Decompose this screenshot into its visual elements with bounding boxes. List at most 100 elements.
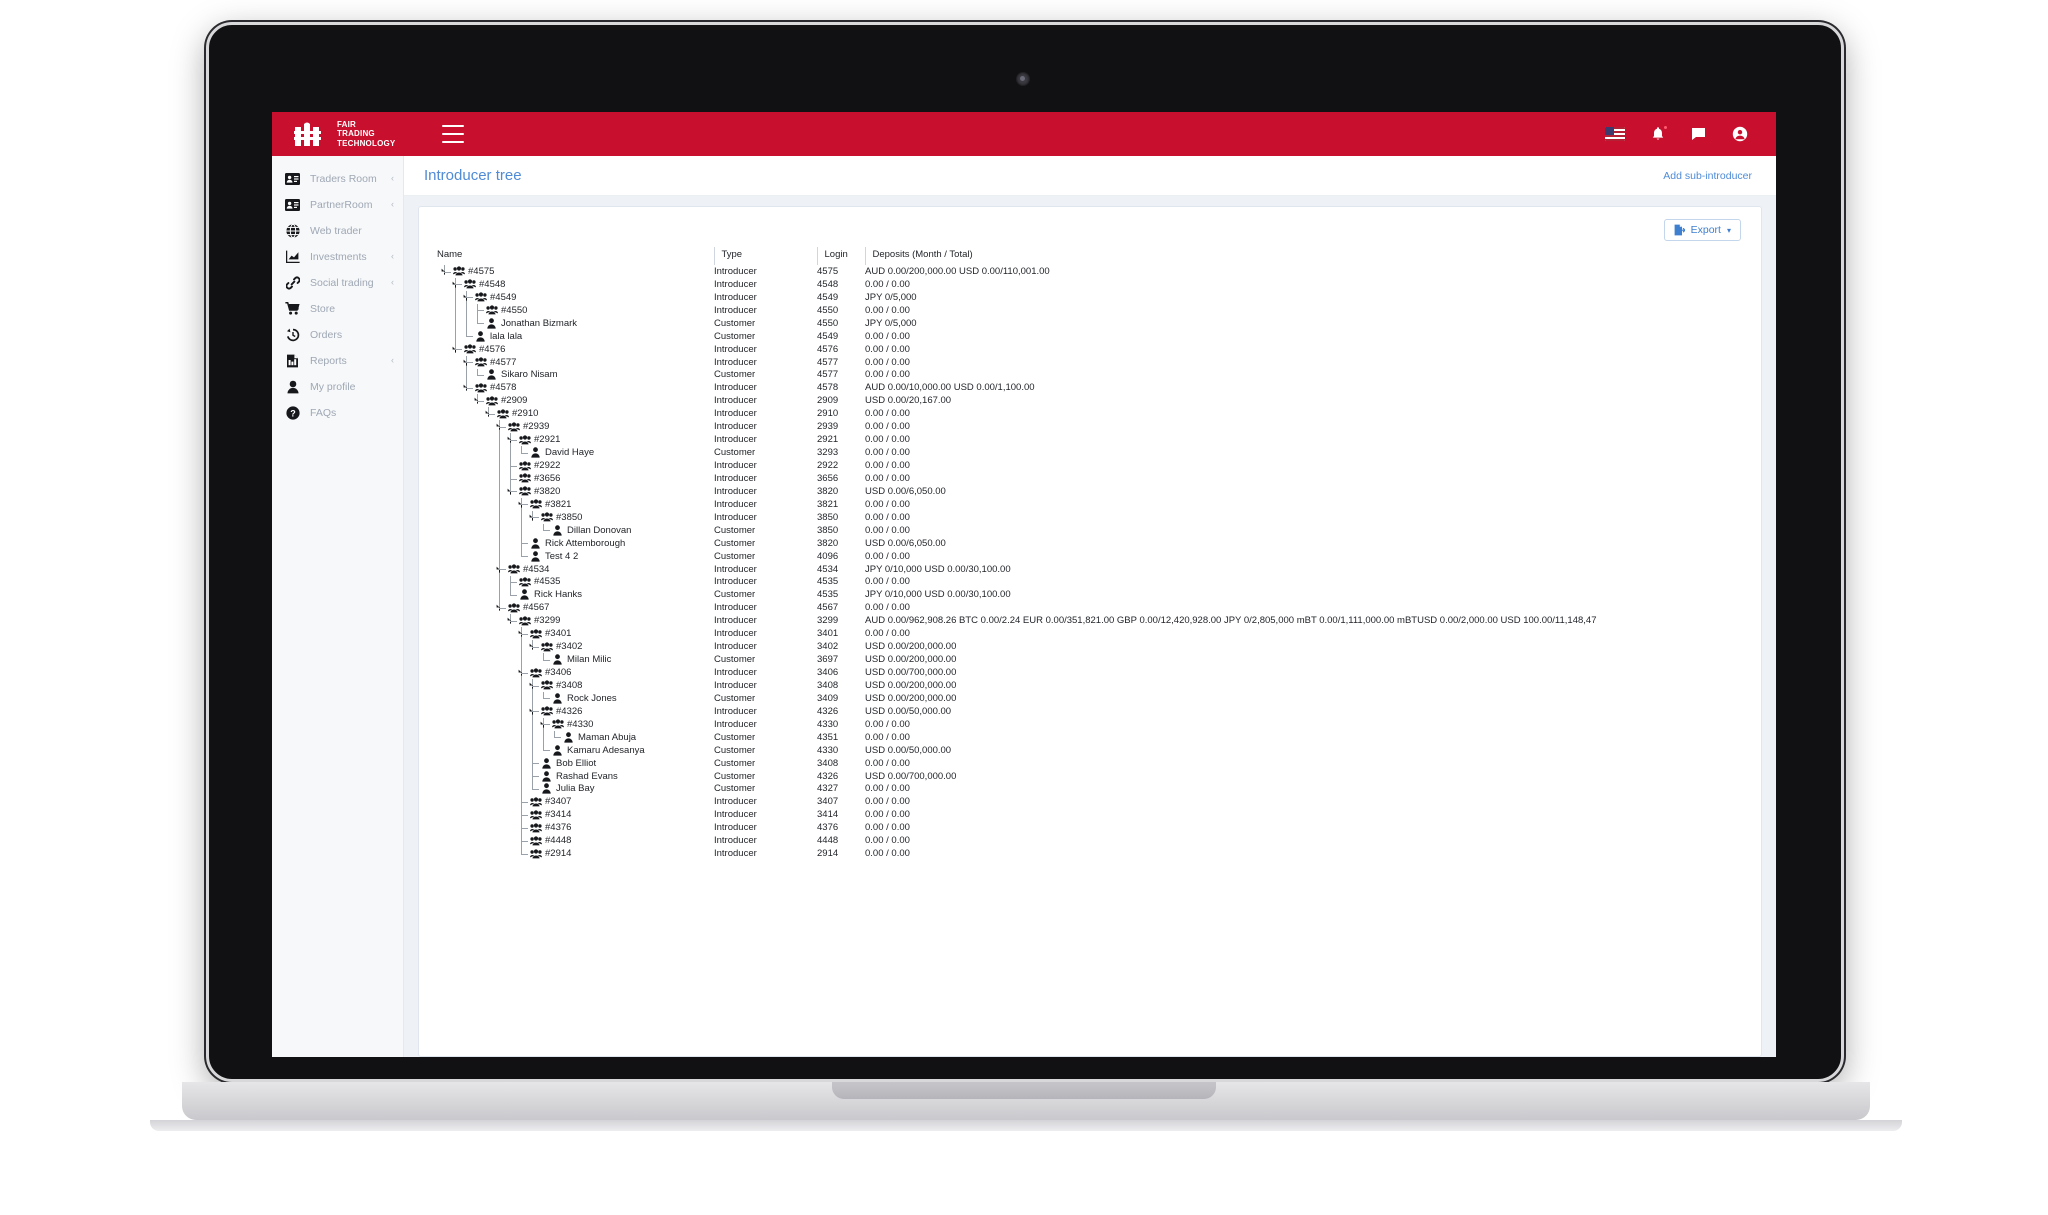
table-row[interactable]: #3401 Introducer 3401 0.00 / 0.00 — [437, 627, 1749, 641]
tree-node-label[interactable]: #2914 — [542, 848, 571, 859]
sidebar-item-faqs[interactable]: ? FAQs — [272, 400, 403, 425]
table-row[interactable]: #4448 Introducer 4448 0.00 / 0.00 — [437, 834, 1749, 848]
table-row[interactable]: #2939 Introducer 2939 0.00 / 0.00 — [437, 420, 1749, 434]
tree-toggle-icon[interactable] — [463, 359, 470, 366]
messages-icon[interactable] — [1691, 127, 1706, 141]
tree-node-label[interactable]: #3401 — [542, 628, 571, 639]
tree-toggle-icon[interactable] — [507, 617, 514, 624]
column-header-name[interactable]: Name — [437, 247, 714, 265]
tree-node-label[interactable]: #3414 — [542, 809, 571, 820]
tree-toggle-icon[interactable] — [463, 294, 470, 301]
tree-node-label[interactable]: #4535 — [531, 576, 560, 587]
table-row[interactable]: Dillan Donovan Customer 3850 0.00 / 0.00 — [437, 523, 1749, 537]
tree-node-label[interactable]: lala lala — [487, 331, 522, 342]
tree-toggle-icon[interactable] — [441, 268, 448, 275]
tree-toggle-icon[interactable] — [485, 410, 492, 417]
table-row[interactable]: #3402 Introducer 3402 USD 0.00/200,000.00 — [437, 640, 1749, 654]
language-flag-icon[interactable] — [1605, 127, 1625, 141]
table-row[interactable]: Rock Jones Customer 3409 USD 0.00/200,000.0… — [437, 691, 1749, 705]
tree-toggle-icon[interactable] — [529, 682, 536, 689]
table-row[interactable]: #2914 Introducer 2914 0.00 / 0.00 — [437, 847, 1749, 860]
table-row[interactable]: #2909 Introducer 2909 USD 0.00/20,167.00 — [437, 394, 1749, 407]
tree-node-label[interactable]: #4376 — [542, 822, 571, 833]
tree-node-label[interactable]: Kamaru Adesanya — [564, 745, 645, 756]
table-row[interactable]: #4376 Introducer 4376 0.00 / 0.00 — [437, 821, 1749, 835]
table-row[interactable]: #3656 Introducer 3656 0.00 / 0.00 — [437, 472, 1749, 485]
sidebar-item-store[interactable]: Store — [272, 296, 403, 321]
sidebar-item-web-trader[interactable]: Web trader — [272, 218, 403, 243]
tree-toggle-icon[interactable] — [474, 397, 481, 404]
add-sub-introducer-link[interactable]: Add sub-introducer — [1663, 170, 1752, 182]
table-row[interactable]: Jonathan Bizmark Customer 4550 JPY 0/5,000 — [437, 316, 1749, 330]
table-row[interactable]: #2921 Introducer 2921 0.00 / 0.00 — [437, 433, 1749, 447]
table-row[interactable]: Julia Bay Customer 4327 0.00 / 0.00 — [437, 782, 1749, 796]
tree-node-label[interactable]: #2922 — [531, 460, 560, 471]
table-row[interactable]: #4548 Introducer 4548 0.00 / 0.00 — [437, 277, 1749, 291]
tree-node-label[interactable]: Jonathan Bizmark — [498, 318, 577, 329]
table-row[interactable]: #4575 Introducer 4575 AUD 0.00/200,000.00 U… — [437, 265, 1749, 278]
table-row[interactable]: #3408 Introducer 3408 USD 0.00/200,000.00 — [437, 679, 1749, 692]
table-row[interactable]: #4578 Introducer 4578 AUD 0.00/10,000.00 US… — [437, 381, 1749, 394]
table-row[interactable]: #3821 Introducer 3821 0.00 / 0.00 — [437, 497, 1749, 511]
tree-node-label[interactable]: #3408 — [553, 680, 582, 691]
tree-node-label[interactable]: Milan Milic — [564, 654, 611, 665]
table-row[interactable]: Sikaro Nisam Customer 4577 0.00 / 0.00 — [437, 368, 1749, 382]
table-row[interactable]: Rick Hanks Customer 4535 JPY 0/10,000 USD 0… — [437, 588, 1749, 602]
table-row[interactable]: #4534 Introducer 4534 JPY 0/10,000 USD 0.00… — [437, 562, 1749, 576]
tree-toggle-icon[interactable] — [518, 669, 525, 676]
brand-logo[interactable]: FAIR TRADING TECHNOLOGY — [272, 120, 424, 148]
tree-node-label[interactable]: Rock Jones — [564, 693, 617, 704]
tree-node-label[interactable]: Rick Hanks — [531, 589, 582, 600]
table-row[interactable]: Bob Elliot Customer 3408 0.00 / 0.00 — [437, 756, 1749, 770]
tree-node-label[interactable]: #4576 — [476, 344, 505, 355]
table-row[interactable]: #4576 Introducer 4576 0.00 / 0.00 — [437, 342, 1749, 356]
export-button[interactable]: Export ▾ — [1663, 219, 1741, 241]
table-row[interactable]: #3407 Introducer 3407 0.00 / 0.00 — [437, 795, 1749, 809]
tree-node-label[interactable]: #2909 — [498, 395, 527, 406]
tree-node-label[interactable]: #4578 — [487, 382, 516, 393]
tree-node-label[interactable]: Sikaro Nisam — [498, 369, 558, 380]
table-row[interactable]: Rick Attemborough Customer 3820 USD 0.00/6,… — [437, 536, 1749, 550]
tree-toggle-icon[interactable] — [507, 436, 514, 443]
table-row[interactable]: #4577 Introducer 4577 0.00 / 0.00 — [437, 355, 1749, 369]
table-row[interactable]: #4549 Introducer 4549 JPY 0/5,000 — [437, 290, 1749, 304]
column-header-deposits[interactable]: Deposits (Month / Total) — [864, 247, 1749, 265]
tree-node-label[interactable]: Test 4 2 — [542, 551, 578, 562]
table-row[interactable]: #3406 Introducer 3406 USD 0.00/700,000.00 — [437, 666, 1749, 679]
tree-toggle-icon[interactable] — [496, 566, 503, 573]
tree-node-label[interactable]: #4448 — [542, 835, 571, 846]
sidebar-item-reports[interactable]: Reports ‹ — [272, 348, 403, 373]
account-icon[interactable] — [1732, 126, 1748, 142]
table-row[interactable]: #3414 Introducer 3414 0.00 / 0.00 — [437, 808, 1749, 822]
tree-node-label[interactable]: #3406 — [542, 667, 571, 678]
tree-node-label[interactable]: #4550 — [498, 305, 527, 316]
tree-node-label[interactable]: Maman Abuja — [575, 732, 636, 743]
tree-node-label[interactable]: #3656 — [531, 473, 560, 484]
tree-node-label[interactable]: #4326 — [553, 706, 582, 717]
tree-node-label[interactable]: Dillan Donovan — [564, 525, 631, 536]
table-row[interactable]: Test 4 2 Customer 4096 0.00 / 0.00 — [437, 549, 1749, 563]
sidebar-item-partner-room[interactable]: PartnerRoom ‹ — [272, 192, 403, 217]
table-row[interactable]: #2910 Introducer 2910 0.00 / 0.00 — [437, 407, 1749, 420]
tree-node-label[interactable]: #3850 — [553, 512, 582, 523]
tree-node-label[interactable]: Bob Elliot — [553, 758, 596, 769]
tree-node-label[interactable]: #2921 — [531, 434, 560, 445]
tree-toggle-icon[interactable] — [540, 721, 547, 728]
hamburger-menu-icon[interactable] — [442, 125, 464, 143]
sidebar-item-traders-room[interactable]: Traders Room ‹ — [272, 166, 403, 191]
table-row[interactable]: #4326 Introducer 4326 USD 0.00/50,000.00 — [437, 704, 1749, 718]
table-row[interactable]: #4330 Introducer 4330 0.00 / 0.00 — [437, 717, 1749, 731]
tree-node-label[interactable]: #4330 — [564, 719, 593, 730]
tree-node-label[interactable]: Rick Attemborough — [542, 538, 625, 549]
notifications-bell-icon[interactable] — [1651, 125, 1668, 142]
sidebar-item-investments[interactable]: Investments ‹ — [272, 244, 403, 269]
table-row[interactable]: Rashad Evans Customer 4326 USD 0.00/700,000… — [437, 769, 1749, 783]
tree-node-label[interactable]: Julia Bay — [553, 783, 595, 794]
table-row[interactable]: Kamaru Adesanya Customer 4330 USD 0.00/50,0… — [437, 743, 1749, 757]
table-row[interactable]: David Haye Customer 3293 0.00 / 0.00 — [437, 446, 1749, 460]
tree-toggle-icon[interactable] — [529, 708, 536, 715]
tree-node-label[interactable]: #4534 — [520, 564, 549, 575]
tree-node-label[interactable]: #3407 — [542, 796, 571, 807]
tree-node-label[interactable]: #4548 — [476, 279, 505, 290]
table-row[interactable]: #4535 Introducer 4535 0.00 / 0.00 — [437, 575, 1749, 589]
